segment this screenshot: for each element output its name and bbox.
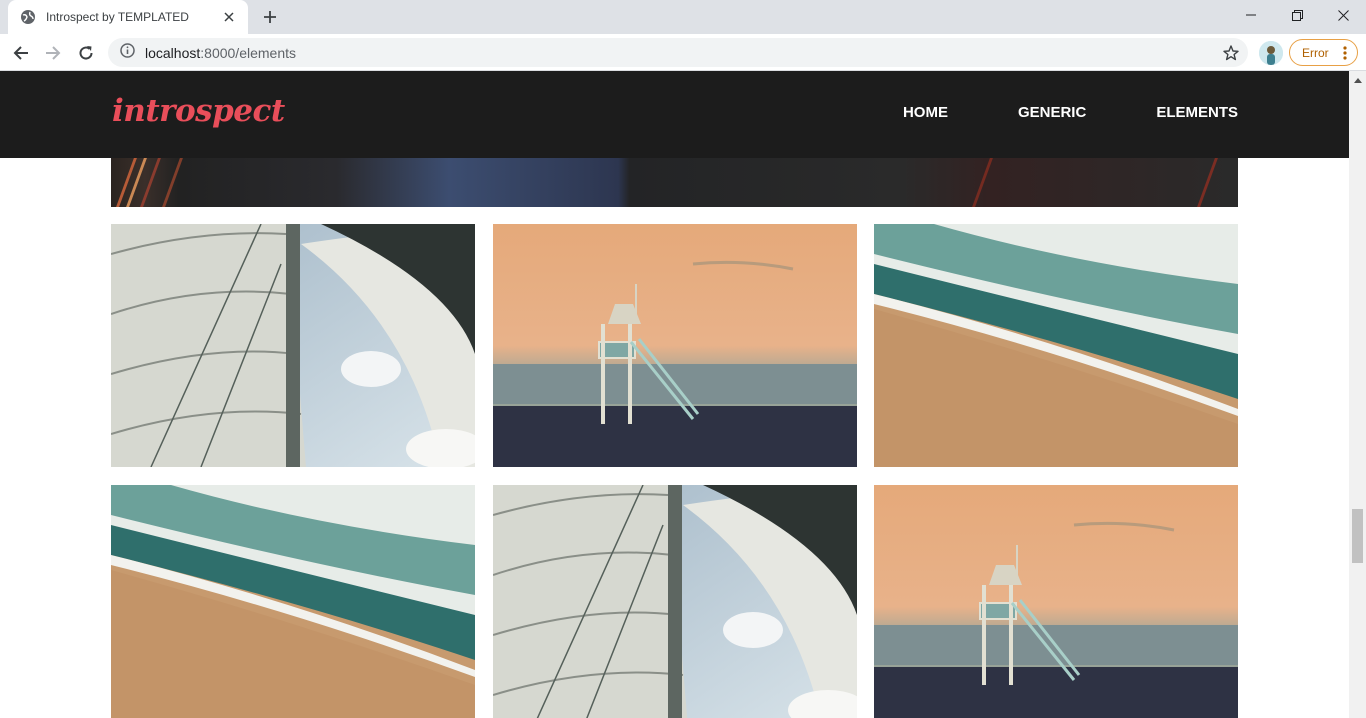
gallery-image-lifeguard-tower[interactable] — [874, 485, 1238, 718]
profile-avatar[interactable] — [1259, 41, 1283, 65]
gallery-image-sail[interactable] — [493, 485, 857, 718]
globe-icon — [20, 9, 36, 25]
gallery-image-lifeguard-tower[interactable] — [493, 224, 857, 467]
site-header: introspect HOME GENERIC ELEMENTS — [0, 71, 1349, 158]
page-viewport: introspect HOME GENERIC ELEMENTS — [0, 71, 1366, 718]
close-icon[interactable] — [220, 8, 238, 26]
profile-error-button[interactable]: Error — [1289, 39, 1358, 66]
restore-icon[interactable] — [1274, 0, 1320, 30]
nav-home[interactable]: HOME — [903, 104, 948, 121]
site-nav: HOME GENERIC ELEMENTS — [833, 104, 1238, 121]
browser-tab-bar: Introspect by TEMPLATED — [0, 0, 1366, 34]
nav-generic[interactable]: GENERIC — [1018, 104, 1086, 121]
banner-image — [111, 158, 1238, 207]
browser-tab[interactable]: Introspect by TEMPLATED — [8, 0, 248, 34]
gallery-image-beach-waves[interactable] — [111, 485, 475, 718]
address-bar[interactable]: localhost:8000/elements — [108, 38, 1248, 67]
reload-icon[interactable] — [72, 39, 100, 67]
url-text: localhost:8000/elements — [145, 44, 296, 61]
menu-dots-icon[interactable] — [1343, 46, 1347, 60]
scroll-up-arrow-icon[interactable] — [1349, 71, 1366, 88]
scrollbar-thumb[interactable] — [1352, 509, 1363, 563]
back-icon[interactable] — [7, 39, 35, 67]
page-scrollbar[interactable] — [1349, 71, 1366, 718]
browser-toolbar: localhost:8000/elements Error — [0, 34, 1366, 71]
window-close-icon[interactable] — [1320, 0, 1366, 30]
minimize-icon[interactable] — [1228, 0, 1274, 30]
tab-title: Introspect by TEMPLATED — [46, 10, 189, 24]
gallery-image-beach-waves[interactable] — [874, 224, 1238, 467]
nav-elements[interactable]: ELEMENTS — [1156, 104, 1238, 121]
site-logo[interactable]: introspect — [112, 93, 285, 129]
gallery-image-sail[interactable] — [111, 224, 475, 467]
new-tab-button[interactable] — [258, 6, 282, 28]
bookmark-star-icon[interactable] — [1222, 44, 1240, 62]
info-icon[interactable] — [120, 43, 135, 62]
forward-icon[interactable] — [39, 39, 67, 67]
